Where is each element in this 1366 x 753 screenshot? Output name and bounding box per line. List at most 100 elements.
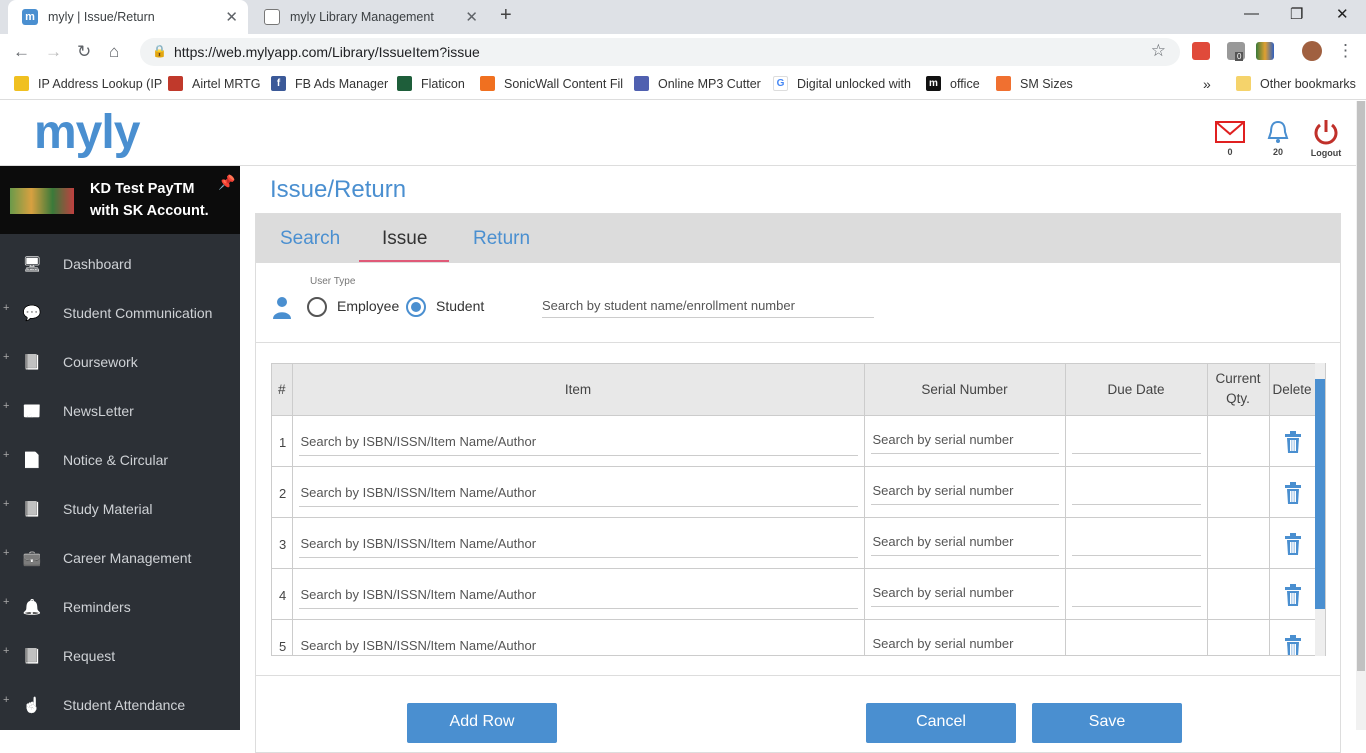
extension-icon[interactable]: [1192, 42, 1210, 60]
bookmark-sonicwall[interactable]: SonicWall Content Fil: [480, 76, 623, 91]
serial-search-input[interactable]: Search by serial number: [870, 483, 1059, 505]
item-cell: Search by ISBN/ISSN/Item Name/Author: [292, 619, 865, 656]
extension-icon[interactable]: 0: [1227, 42, 1245, 61]
close-tab-icon[interactable]: ✕: [465, 8, 478, 26]
forward-icon[interactable]: →: [45, 42, 62, 62]
cancel-button[interactable]: Cancel: [866, 703, 1016, 743]
sidebar-item-dashboard[interactable]: 🖥 Dashboard: [0, 240, 240, 289]
close-tab-icon[interactable]: ✕: [225, 8, 238, 26]
trash-icon[interactable]: [1284, 583, 1302, 606]
employee-radio[interactable]: [307, 297, 327, 317]
notifications-button[interactable]: 20: [1263, 119, 1293, 157]
sidebar-item-label: Request: [63, 648, 116, 664]
pin-icon[interactable]: 📌: [218, 174, 235, 191]
row-number: 2: [272, 466, 293, 518]
logout-button[interactable]: Logout: [1309, 118, 1343, 158]
page-scrollbar[interactable]: [1356, 101, 1366, 730]
row-number: 3: [272, 517, 293, 569]
sidebar-item-reminders[interactable]: + 🔔 Reminders: [0, 583, 240, 632]
serial-search-input[interactable]: Search by serial number: [870, 432, 1059, 454]
due-date-input[interactable]: [1071, 483, 1201, 505]
expand-icon[interactable]: +: [3, 547, 9, 559]
delete-cell: [1269, 568, 1316, 620]
divider: [256, 675, 1340, 676]
expand-icon[interactable]: +: [3, 449, 9, 461]
other-bookmarks[interactable]: Other bookmarks: [1236, 76, 1356, 91]
trash-icon[interactable]: [1284, 532, 1302, 555]
reload-icon[interactable]: ↻: [77, 42, 91, 62]
due-date-input[interactable]: [1072, 636, 1201, 656]
table-scrollbar[interactable]: [1315, 363, 1325, 656]
expand-icon[interactable]: +: [3, 596, 9, 608]
avatar[interactable]: [1302, 41, 1322, 61]
bookmark-star-icon[interactable]: ☆: [1151, 41, 1166, 61]
mail-button[interactable]: 0: [1214, 119, 1246, 157]
logo[interactable]: myly: [34, 105, 140, 160]
expand-icon[interactable]: +: [3, 351, 9, 363]
bookmark-office[interactable]: m office: [926, 76, 980, 91]
trash-icon[interactable]: [1284, 481, 1302, 504]
bookmark-ip-lookup[interactable]: IP Address Lookup (IP: [14, 76, 162, 91]
sidebar-item-coursework[interactable]: + 📘 Coursework: [0, 338, 240, 387]
tab-search[interactable]: Search: [280, 228, 340, 250]
tab-issue[interactable]: Issue: [382, 228, 427, 250]
bookmark-digital-unlocked[interactable]: G Digital unlocked with: [773, 76, 911, 91]
home-icon[interactable]: ⌂: [109, 42, 119, 62]
address-bar[interactable]: 🔒 https://web.mylyapp.com/Library/IssueI…: [140, 38, 1180, 66]
browser-tab-active[interactable]: m myly | Issue/Return ✕: [8, 0, 248, 34]
restore-icon[interactable]: ❐: [1290, 5, 1303, 23]
bookmark-fb-ads[interactable]: f FB Ads Manager: [271, 76, 388, 91]
bookmark-airtel[interactable]: Airtel MRTG: [168, 76, 261, 91]
save-button[interactable]: Save: [1032, 703, 1182, 743]
minimize-icon[interactable]: —: [1244, 5, 1259, 22]
bookmark-sm-sizes[interactable]: SM Sizes: [996, 76, 1073, 91]
student-radio[interactable]: [406, 297, 426, 317]
item-search-input[interactable]: Search by ISBN/ISSN/Item Name/Author: [298, 434, 858, 456]
menu-icon[interactable]: ⋮: [1337, 41, 1354, 61]
items-table: # Item Serial Number Due Date Current Qt…: [272, 364, 1316, 657]
expand-icon[interactable]: +: [3, 645, 9, 657]
new-tab-icon[interactable]: +: [500, 4, 512, 27]
sidebar-item-newsletter[interactable]: + 📰 NewsLetter: [0, 387, 240, 436]
expand-icon[interactable]: +: [3, 302, 9, 314]
item-search-input[interactable]: Search by ISBN/ISSN/Item Name/Author: [298, 485, 858, 507]
item-search-input[interactable]: Search by ISBN/ISSN/Item Name/Author: [298, 536, 858, 558]
bookmarks-overflow[interactable]: »: [1203, 76, 1211, 92]
due-date-input[interactable]: [1071, 585, 1201, 607]
sidebar-item-request[interactable]: + 📘 Request: [0, 632, 240, 681]
serial-search-input[interactable]: Search by serial number: [870, 585, 1059, 607]
serial-search-input[interactable]: Search by serial number: [871, 636, 1059, 656]
expand-icon[interactable]: +: [3, 400, 9, 412]
flaticon-icon: [397, 76, 412, 91]
back-icon[interactable]: ←: [13, 42, 30, 62]
nav-bar: ← → ↻ ⌂ 🔒 https://web.mylyapp.com/Librar…: [0, 34, 1366, 70]
expand-icon[interactable]: +: [3, 694, 9, 706]
scrollbar-thumb[interactable]: [1315, 379, 1325, 609]
sidebar-item-study-material[interactable]: + 📘 Study Material: [0, 485, 240, 534]
url-text: https://web.mylyapp.com/Library/IssueIte…: [174, 44, 480, 60]
expand-icon[interactable]: +: [3, 498, 9, 510]
item-search-input[interactable]: Search by ISBN/ISSN/Item Name/Author: [299, 638, 858, 656]
page-scrollbar-thumb[interactable]: [1357, 101, 1365, 671]
add-row-button[interactable]: Add Row: [407, 703, 557, 743]
sidebar-item-notice-circular[interactable]: + 📄 Notice & Circular: [0, 436, 240, 485]
book-icon: 📘: [22, 501, 42, 518]
close-window-icon[interactable]: ✕: [1336, 5, 1349, 23]
student-search-input[interactable]: Search by student name/enrollment number: [542, 294, 874, 318]
employee-label: Employee: [337, 298, 400, 314]
sidebar-item-career-management[interactable]: + 💼 Career Management: [0, 534, 240, 583]
sidebar-item-student-attendance[interactable]: + ☝ Student Attendance: [0, 681, 240, 730]
due-date-input[interactable]: [1071, 534, 1201, 556]
serial-search-input[interactable]: Search by serial number: [870, 534, 1059, 556]
due-date-input[interactable]: [1071, 432, 1201, 454]
chart-extension-icon[interactable]: [1256, 42, 1274, 60]
tab-return[interactable]: Return: [473, 228, 530, 250]
trash-icon[interactable]: [1284, 430, 1302, 453]
item-search-input[interactable]: Search by ISBN/ISSN/Item Name/Author: [298, 587, 858, 609]
trash-icon[interactable]: [1284, 634, 1302, 657]
bookmark-flaticon[interactable]: Flaticon: [397, 76, 465, 91]
sidebar-item-student-communication[interactable]: + 💬 Student Communication: [0, 289, 240, 338]
bookmark-mp3-cutter[interactable]: Online MP3 Cutter: [634, 76, 761, 91]
browser-tab[interactable]: myly Library Management ✕: [250, 0, 488, 34]
office-icon: m: [926, 76, 941, 91]
